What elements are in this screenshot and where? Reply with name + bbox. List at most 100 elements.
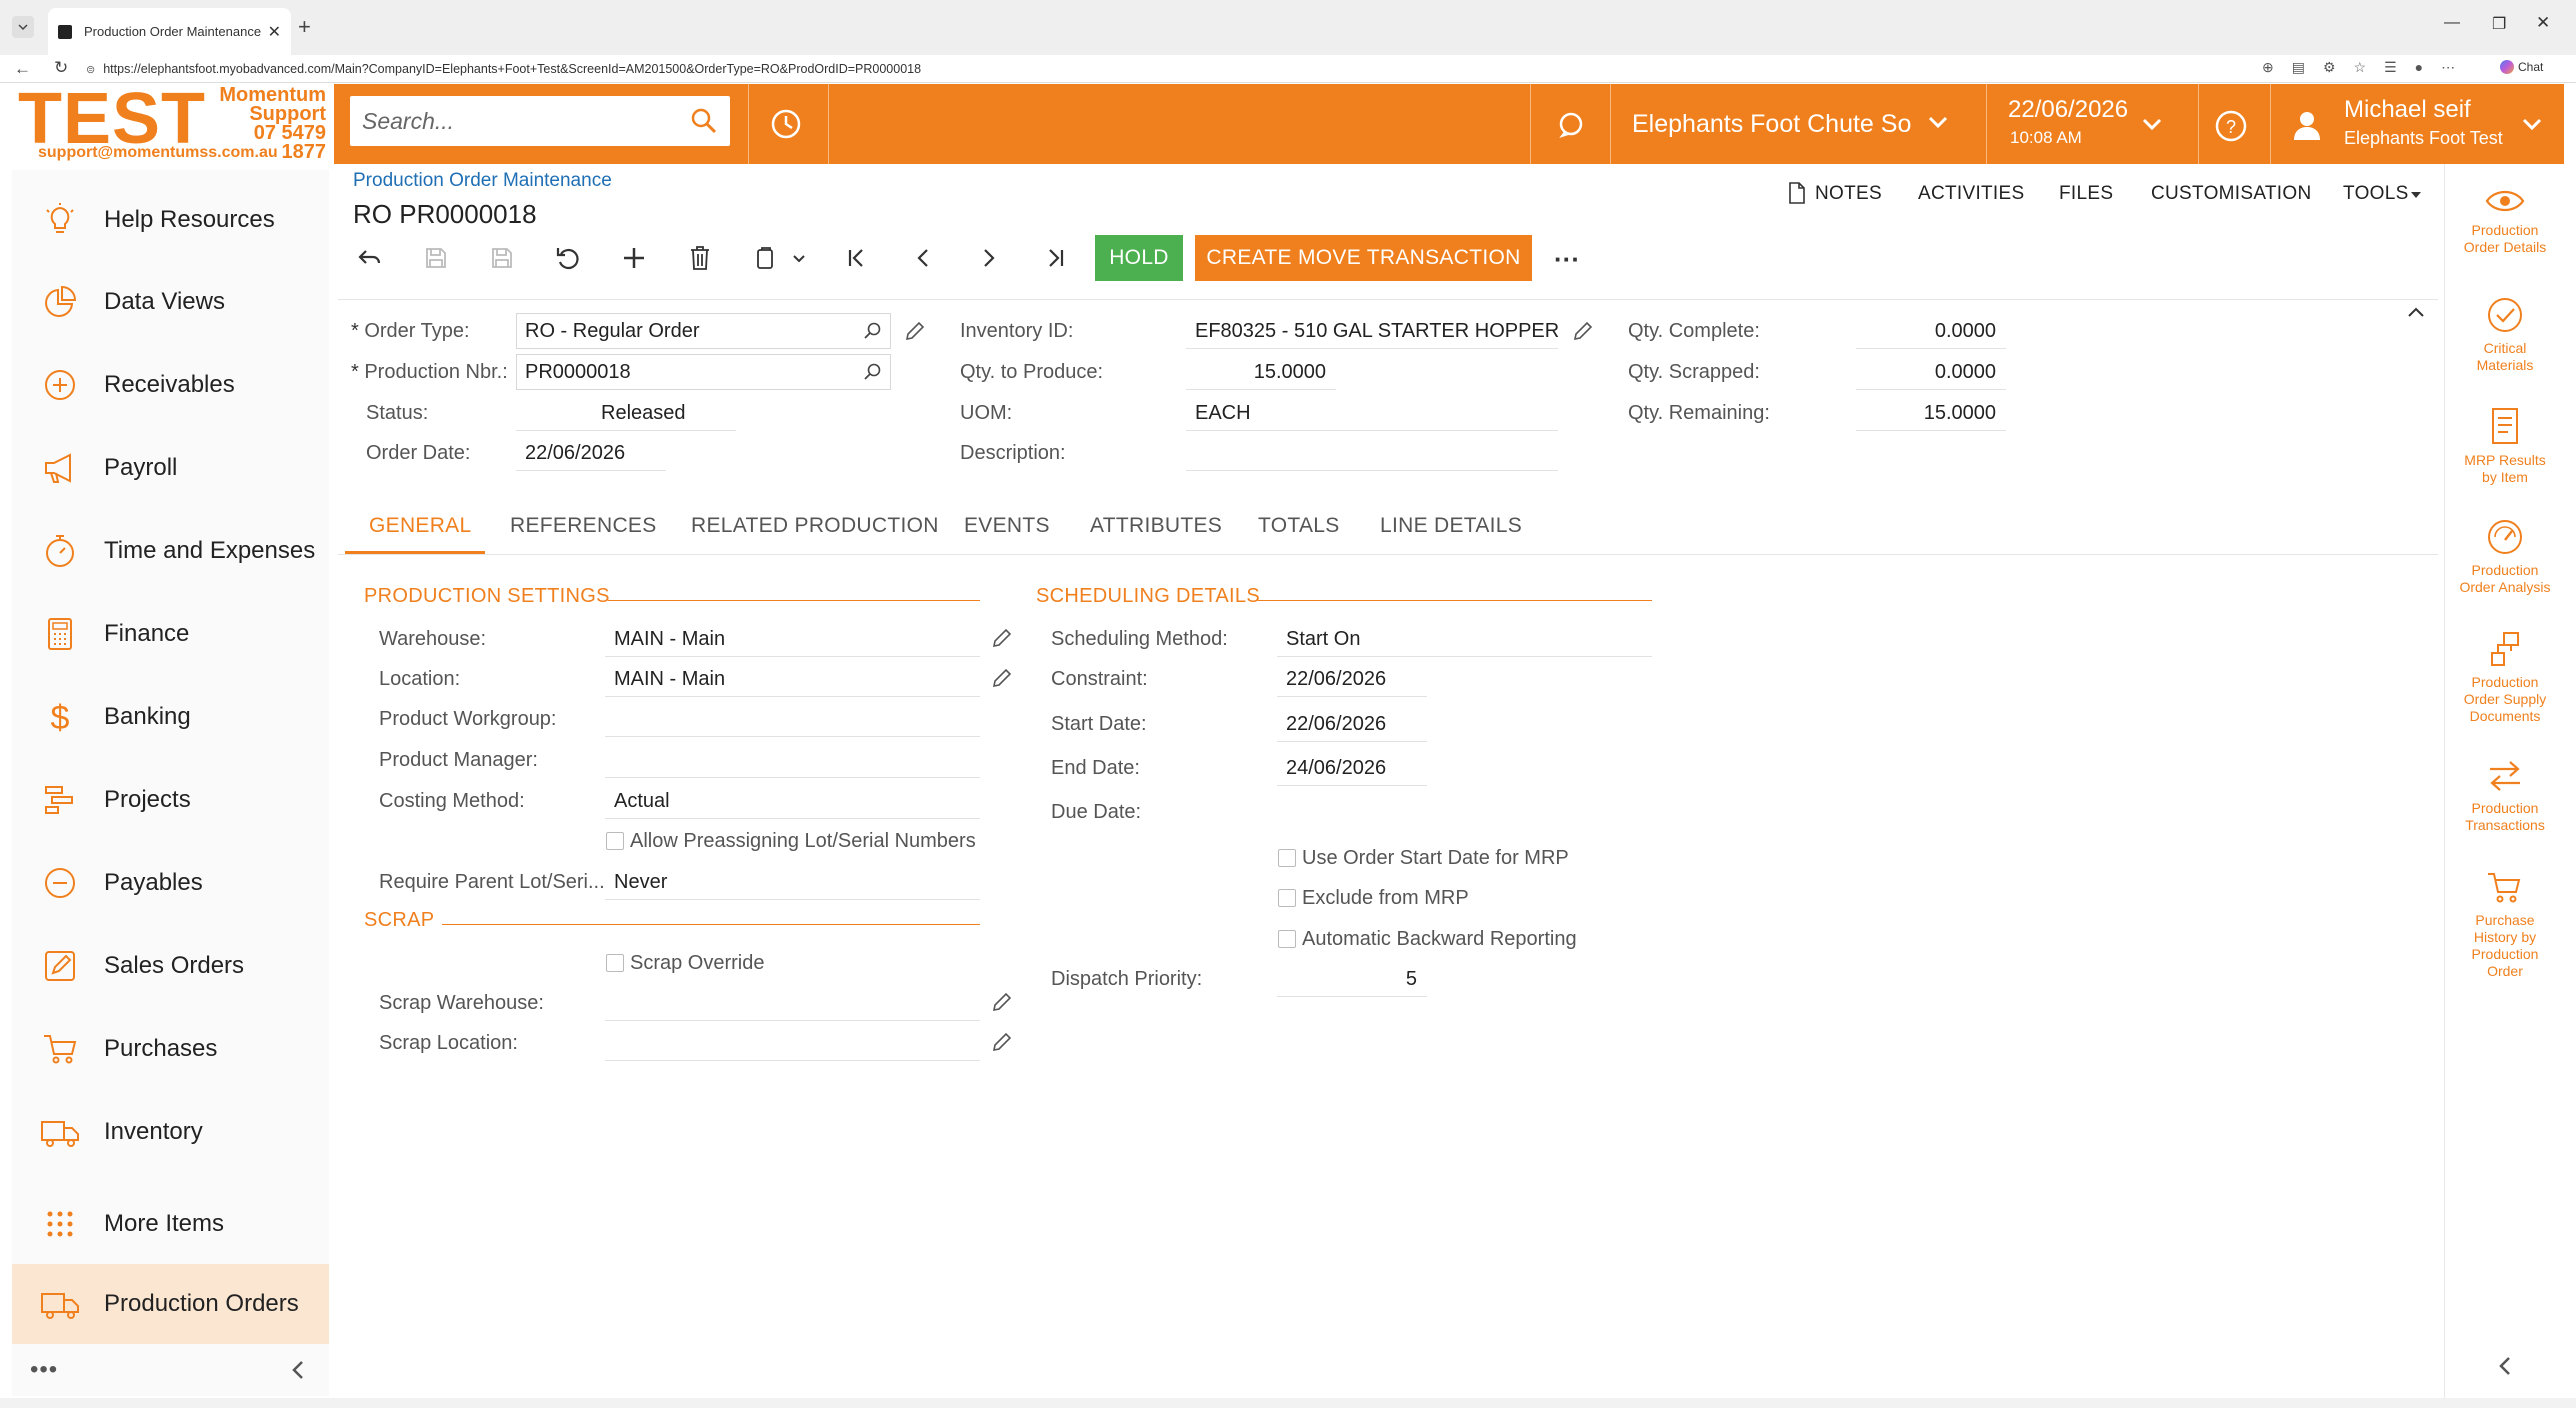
chat-bubble-icon[interactable] — [1556, 110, 1586, 140]
sidebar-item-more-items[interactable]: More Items — [12, 1188, 329, 1260]
sidebar-item-receivables[interactable]: Receivables — [12, 349, 329, 421]
mrp-results-by-item-link[interactable]: MRP Results by Item — [2445, 406, 2565, 486]
automatic-backward-reporting-checkbox[interactable] — [1278, 930, 1296, 948]
site-info-icon[interactable]: ⊜ — [86, 63, 95, 76]
search-icon[interactable] — [864, 363, 882, 381]
chevron-down-icon[interactable] — [792, 254, 806, 264]
purchase-history-link[interactable]: Purchase History by Production Order — [2445, 870, 2565, 980]
collapse-summary-icon[interactable] — [2407, 306, 2425, 318]
chevron-down-icon[interactable] — [1928, 116, 1948, 130]
sidebar-item-purchases[interactable]: Purchases — [12, 1013, 329, 1085]
production-nbr-field[interactable]: PR0000018 — [516, 354, 891, 390]
critical-materials-link[interactable]: Critical Materials — [2445, 296, 2565, 374]
browser-tab[interactable]: Production Order Maintenance ✕ — [48, 8, 291, 55]
chevron-down-icon[interactable] — [2142, 118, 2162, 132]
delete-icon[interactable] — [683, 241, 717, 275]
company-logo[interactable]: TEST Momentum Support 07 5479 1877 suppo… — [14, 79, 330, 164]
sidebar-item-help-resources[interactable]: Help Resources — [12, 184, 329, 256]
start-date-value[interactable]: 22/06/2026 — [1286, 713, 1386, 736]
constraint-value[interactable]: 22/06/2026 — [1286, 668, 1386, 691]
tab-menu-button[interactable] — [12, 16, 34, 38]
more-actions-button[interactable]: ··· — [1554, 244, 1580, 275]
sidebar-item-data-views[interactable]: Data Views — [12, 266, 329, 338]
create-move-transaction-button[interactable]: CREATE MOVE TRANSACTION — [1195, 235, 1532, 281]
sidebar-item-payables[interactable]: Payables — [12, 847, 329, 919]
last-record-icon[interactable] — [1038, 241, 1072, 275]
company-selector[interactable]: Elephants Foot Chute Sol... — [1632, 110, 1912, 139]
tools-caret-icon[interactable] — [2410, 191, 2422, 199]
edit-pencil-icon[interactable] — [1572, 320, 1594, 342]
favorite-icon[interactable]: ☆ — [2354, 59, 2367, 76]
profile-icon[interactable]: ● — [2415, 59, 2423, 76]
tab-attributes[interactable]: ATTRIBUTES — [1090, 514, 1222, 538]
edit-pencil-icon[interactable] — [991, 627, 1013, 649]
search-input[interactable]: Search... — [350, 96, 730, 146]
sidebar-item-inventory[interactable]: Inventory — [12, 1096, 329, 1168]
url-field[interactable]: ⊜ https://elephantsfoot.myobadvanced.com… — [86, 60, 2236, 78]
more-browser-icon[interactable]: ⋯ — [2441, 59, 2455, 76]
sidebar-more-icon[interactable]: ••• — [30, 1356, 58, 1384]
costing-method-value[interactable]: Actual — [614, 790, 670, 813]
save-close-icon[interactable] — [419, 241, 453, 275]
user-avatar-icon[interactable] — [2290, 108, 2324, 142]
minimize-button[interactable]: — — [2444, 14, 2460, 32]
scrap-override-checkbox[interactable] — [606, 954, 624, 972]
refresh-icon[interactable]: ↻ — [54, 58, 68, 78]
add-icon[interactable] — [617, 241, 651, 275]
collapse-sidebar-icon[interactable] — [288, 1358, 308, 1382]
back-icon[interactable]: ← — [14, 59, 31, 79]
inventory-id-value[interactable]: EF80325 - 510 GAL STARTER HOPPER — [1195, 320, 1559, 343]
edit-pencil-icon[interactable] — [991, 1031, 1013, 1053]
edit-pencil-icon[interactable] — [991, 991, 1013, 1013]
use-order-start-date-checkbox[interactable] — [1278, 849, 1296, 867]
user-name[interactable]: Michael seif — [2344, 96, 2471, 124]
sidebar-item-sales-orders[interactable]: Sales Orders — [12, 930, 329, 1002]
require-parent-lot-value[interactable]: Never — [614, 871, 667, 894]
business-date[interactable]: 22/06/2026 — [2008, 96, 2128, 124]
help-icon[interactable]: ? — [2214, 109, 2248, 143]
recent-history-icon[interactable] — [768, 106, 804, 142]
search-icon[interactable] — [864, 322, 882, 340]
files-button[interactable]: FILES — [2059, 183, 2113, 205]
order-type-field[interactable]: RO - Regular Order — [516, 313, 891, 349]
close-tab-icon[interactable]: ✕ — [268, 22, 281, 42]
zoom-icon[interactable]: ⊕ — [2262, 59, 2274, 76]
exclude-from-mrp-checkbox[interactable] — [1278, 889, 1296, 907]
cancel-icon[interactable] — [551, 241, 585, 275]
tab-references[interactable]: REFERENCES — [510, 514, 657, 538]
chat-button[interactable]: Chat — [2500, 60, 2543, 74]
copy-paste-icon[interactable] — [749, 241, 783, 275]
allow-preassigning-checkbox[interactable] — [606, 832, 624, 850]
dispatch-priority-value[interactable]: 5 — [1277, 968, 1417, 991]
reader-icon[interactable]: ▤ — [2292, 59, 2305, 76]
sidebar-item-banking[interactable]: $ Banking — [12, 681, 329, 753]
collections-icon[interactable]: ☰ — [2384, 59, 2397, 76]
end-date-value[interactable]: 24/06/2026 — [1286, 757, 1386, 780]
scheduling-method-value[interactable]: Start On — [1286, 628, 1360, 651]
restore-button[interactable]: ❐ — [2492, 14, 2506, 34]
tab-line-details[interactable]: LINE DETAILS — [1380, 514, 1522, 538]
location-value[interactable]: MAIN - Main — [614, 668, 725, 691]
close-window-button[interactable]: ✕ — [2536, 13, 2550, 33]
collapse-right-panel-icon[interactable] — [2495, 1354, 2515, 1378]
next-record-icon[interactable] — [972, 241, 1006, 275]
save-icon[interactable] — [485, 241, 519, 275]
tab-related-production[interactable]: RELATED PRODUCTION — [691, 514, 939, 538]
production-transactions-link[interactable]: Production Transactions — [2445, 758, 2565, 834]
tab-events[interactable]: EVENTS — [964, 514, 1050, 538]
first-record-icon[interactable] — [840, 241, 874, 275]
activities-button[interactable]: ACTIVITIES — [1918, 183, 2024, 205]
sidebar-item-finance[interactable]: Finance — [12, 598, 329, 670]
sidebar-item-production-orders[interactable]: Production Orders — [12, 1264, 329, 1344]
tab-general[interactable]: GENERAL — [369, 514, 471, 538]
production-order-supply-documents-link[interactable]: Production Order Supply Documents — [2445, 630, 2565, 725]
search-icon[interactable] — [690, 107, 718, 135]
edit-pencil-icon[interactable] — [991, 667, 1013, 689]
sidebar-item-projects[interactable]: Projects — [12, 764, 329, 836]
warehouse-value[interactable]: MAIN - Main — [614, 628, 725, 651]
hold-button[interactable]: HOLD — [1095, 235, 1183, 281]
customisation-button[interactable]: CUSTOMISATION — [2151, 183, 2311, 205]
tools-button[interactable]: TOOLS — [2343, 183, 2409, 205]
extension-icon[interactable]: ⚙ — [2323, 59, 2336, 76]
tab-totals[interactable]: TOTALS — [1258, 514, 1340, 538]
